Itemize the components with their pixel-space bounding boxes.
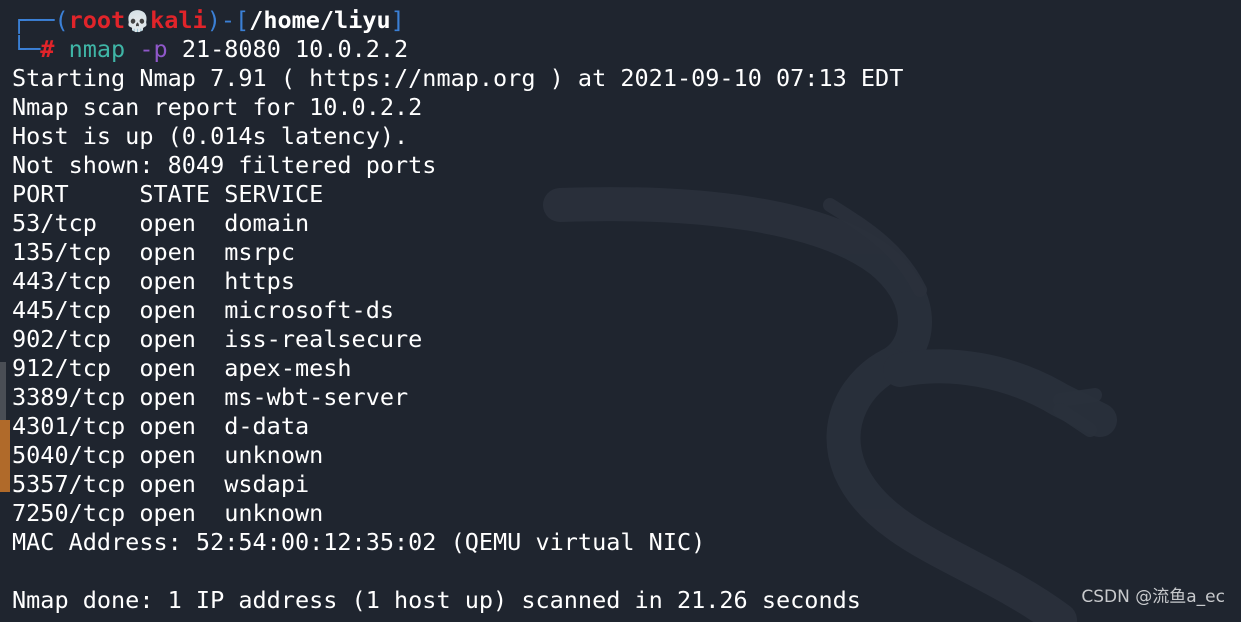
prompt-corner-top: ┌── — [12, 6, 55, 34]
command-args: 21-8080 10.0.2.2 — [181, 35, 409, 63]
output-not-shown: Not shown: 8049 filtered ports — [12, 151, 437, 179]
output-blank-line — [12, 557, 1241, 586]
port-row: 912/tcp open apex-mesh — [12, 354, 352, 382]
prompt-close-paren: ) — [206, 6, 221, 34]
prompt-line-command: └─# nmap -p 21-8080 10.0.2.2 — [12, 35, 1241, 64]
terminal-window[interactable]: ┌──(root💀kali)-[/home/liyu] └─# nmap -p … — [0, 0, 1241, 622]
port-row: 902/tcp open iss-realsecure — [12, 325, 423, 353]
command-flag: -p — [139, 35, 168, 63]
port-row: 4301/tcp open d-data — [12, 412, 310, 440]
port-row: 5357/tcp open wsdapi — [12, 470, 310, 498]
prompt-open-paren: ( — [54, 6, 69, 34]
prompt-host: kali — [150, 6, 207, 34]
prompt-hash: # — [40, 35, 55, 63]
prompt-close-bracket: ] — [390, 6, 405, 34]
port-row: 53/tcp open domain — [12, 209, 310, 237]
port-table-header: PORT STATE SERVICE — [12, 180, 324, 208]
prompt-line-top: ┌──(root💀kali)-[/home/liyu] — [12, 6, 1241, 35]
scrollbar-thumb[interactable] — [0, 420, 10, 492]
output-done: Nmap done: 1 IP address (1 host up) scan… — [12, 586, 861, 614]
csdn-watermark: CSDN @流鱼a_ec — [1081, 587, 1225, 607]
port-row: 443/tcp open https — [12, 267, 295, 295]
prompt-open-bracket: [ — [235, 6, 250, 34]
port-row: 7250/tcp open unknown — [12, 499, 324, 527]
port-row: 5040/tcp open unknown — [12, 441, 324, 469]
port-row: 135/tcp open msrpc — [12, 238, 295, 266]
output-report: Nmap scan report for 10.0.2.2 — [12, 93, 423, 121]
output-starting: Starting Nmap 7.91 ( https://nmap.org ) … — [12, 64, 904, 92]
command-name: nmap — [68, 35, 126, 63]
skull-icon: 💀 — [125, 9, 151, 33]
prompt-dash: - — [220, 6, 236, 34]
scrollbar-track-segment — [0, 362, 6, 420]
output-mac-address: MAC Address: 52:54:00:12:35:02 (QEMU vir… — [12, 528, 706, 556]
prompt-user: root — [68, 6, 126, 34]
port-row: 445/tcp open microsoft-ds — [12, 296, 395, 324]
port-row: 3389/tcp open ms-wbt-server — [12, 383, 409, 411]
prompt-corner-bottom: └─ — [12, 35, 41, 63]
prompt-path: /home/liyu — [249, 6, 391, 34]
terminal-output: ┌──(root💀kali)-[/home/liyu] └─# nmap -p … — [12, 6, 1241, 615]
output-host-up: Host is up (0.014s latency). — [12, 122, 409, 150]
